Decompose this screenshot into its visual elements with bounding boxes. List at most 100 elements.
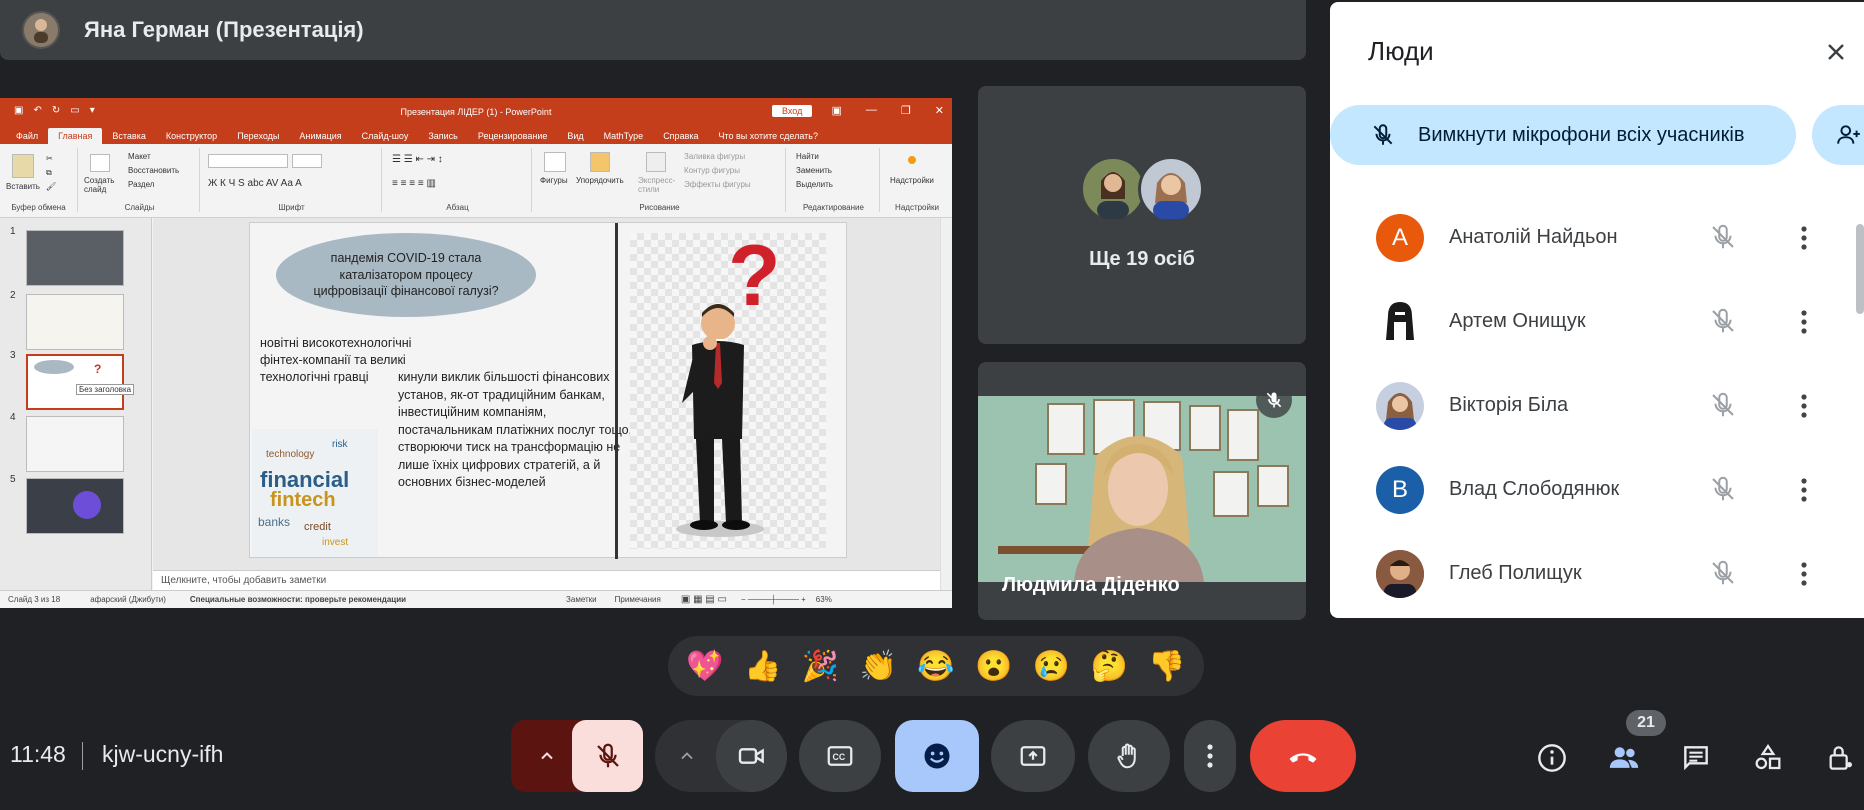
tab-review[interactable]: Рецензирование [468, 131, 558, 144]
mic-off-icon[interactable] [1708, 306, 1738, 336]
speaker-tile[interactable]: Людмила Діденко [978, 362, 1306, 620]
more-vert-icon[interactable] [1792, 560, 1816, 588]
participant-row[interactable]: Вікторія Біла [1330, 364, 1864, 448]
maximize-icon[interactable]: ❐ [901, 104, 911, 117]
accessibility-status[interactable]: Специальные возможности: проверьте реком… [190, 595, 406, 604]
slide-thumbnail-5[interactable] [26, 478, 124, 534]
quick-styles-button[interactable]: Экспресс-стили [638, 176, 678, 194]
participant-row[interactable]: Глеб Полищук [1330, 532, 1864, 616]
present-button[interactable] [991, 720, 1075, 792]
view-buttons[interactable]: ▣ ▦ ▤ ▭ [681, 594, 727, 605]
tab-design[interactable]: Конструктор [156, 131, 227, 144]
format-painter-icon[interactable]: 🖌 [46, 182, 56, 191]
sparkling-heart-reaction[interactable]: 💖 [686, 649, 723, 684]
slide-editor[interactable]: пандемія COVID-19 стала каталізатором пр… [153, 218, 940, 570]
list-icons[interactable]: ☰ ☰ ⇤ ⇥ ↕ [392, 154, 443, 165]
more-vert-icon[interactable] [1792, 224, 1816, 252]
fintech-wordcloud[interactable]: technology financial fintech banks credi… [252, 429, 378, 557]
shape-outline-button[interactable]: Контур фигуры [684, 166, 740, 175]
microphone-button[interactable] [572, 720, 643, 792]
clapping-reaction[interactable]: 👏 [860, 649, 897, 684]
more-vert-icon[interactable] [1792, 476, 1816, 504]
quick-styles-icon[interactable] [646, 152, 666, 172]
more-vert-icon[interactable] [1792, 308, 1816, 336]
arrange-button[interactable]: Упорядочить [576, 176, 624, 185]
reactions-button[interactable] [895, 720, 979, 792]
mic-off-icon[interactable] [1708, 558, 1738, 588]
close-icon[interactable]: ✕ [935, 104, 944, 117]
thinking-reaction[interactable]: 🤔 [1091, 649, 1128, 684]
shapes-icon[interactable] [544, 152, 566, 172]
paste-button[interactable]: Вставить [6, 182, 40, 191]
panel-scrollbar[interactable] [1856, 224, 1864, 314]
cut-icon[interactable]: ✂ [46, 154, 53, 163]
arrange-icon[interactable] [590, 152, 610, 172]
participant-row[interactable]: Артем Онищук [1330, 280, 1864, 364]
participant-row[interactable]: А Анатолій Найдьон [1330, 196, 1864, 280]
shapes-button[interactable]: Фигуры [540, 176, 568, 185]
slide-thumbnail-2[interactable] [26, 294, 124, 350]
tab-mathtype[interactable]: MathType [594, 131, 654, 144]
new-slide-button[interactable]: Создать слайд [84, 176, 124, 194]
slide-canvas[interactable]: пандемія COVID-19 стала каталізатором пр… [249, 222, 847, 559]
captions-button[interactable]: CC [799, 720, 881, 792]
close-panel-button[interactable] [1818, 34, 1854, 70]
font-size-select[interactable] [292, 154, 322, 168]
editor-scrollbar[interactable] [940, 218, 952, 590]
surprised-reaction[interactable]: 😮 [975, 649, 1012, 684]
more-vert-icon[interactable] [1792, 392, 1816, 420]
laughing-reaction[interactable]: 😂 [917, 649, 954, 684]
ribbon-display-icon[interactable]: ▣ [832, 104, 842, 117]
tab-file[interactable]: Файл [6, 131, 48, 144]
more-participants-tile[interactable]: Ще 19 осіб [978, 86, 1306, 344]
zoom-slider[interactable]: − ────┼──── + [741, 595, 806, 604]
people-button[interactable] [1604, 738, 1644, 778]
replace-button[interactable]: Заменить [796, 166, 832, 175]
add-people-button[interactable] [1812, 105, 1864, 165]
language-indicator[interactable]: афарский (Джибути) [90, 595, 166, 604]
mic-off-icon[interactable] [1708, 390, 1738, 420]
leave-call-button[interactable] [1250, 720, 1356, 792]
tab-home[interactable]: Главная [48, 128, 103, 144]
meeting-details-button[interactable] [1532, 738, 1572, 778]
login-button[interactable]: Вход [772, 105, 813, 117]
tab-insert[interactable]: Вставка [102, 131, 155, 144]
tab-slideshow[interactable]: Слайд-шоу [352, 131, 419, 144]
host-controls-button[interactable] [1820, 738, 1860, 778]
participant-row[interactable]: В Влад Слободянюк [1330, 448, 1864, 532]
activities-button[interactable] [1748, 738, 1788, 778]
speech-bubble[interactable]: пандемія COVID-19 стала каталізатором пр… [276, 233, 536, 317]
shape-effects-button[interactable]: Эффекты фигуры [684, 180, 751, 189]
tab-view[interactable]: Вид [557, 131, 593, 144]
tab-animation[interactable]: Анимация [289, 131, 351, 144]
addins-icon[interactable] [908, 156, 916, 164]
camera-button[interactable] [716, 720, 787, 792]
shape-fill-button[interactable]: Заливка фигуры [684, 152, 745, 161]
more-options-button[interactable] [1184, 720, 1236, 792]
notes-pane[interactable]: Щелкните, чтобы добавить заметки [153, 570, 940, 590]
new-slide-icon[interactable] [90, 154, 110, 172]
slide-thumbnail-3[interactable]: ? [26, 354, 124, 410]
tell-me-search[interactable]: Что вы хотите сделать? [709, 131, 829, 144]
thinking-man-image[interactable]: ? [630, 228, 826, 549]
tab-transitions[interactable]: Переходы [227, 131, 289, 144]
tab-record[interactable]: Запись [418, 131, 468, 144]
font-format-icons[interactable]: Ж К Ч S abc AV Aa A [208, 178, 302, 189]
crying-reaction[interactable]: 😢 [1033, 649, 1070, 684]
thumbs-down-reaction[interactable]: 👎 [1148, 649, 1185, 684]
raise-hand-button[interactable] [1088, 720, 1170, 792]
layout-button[interactable]: Макет [128, 152, 151, 161]
section-button[interactable]: Раздел [128, 180, 154, 189]
addins-button[interactable]: Надстройки [890, 176, 934, 185]
chat-button[interactable] [1676, 738, 1716, 778]
mic-off-icon[interactable] [1708, 222, 1738, 252]
select-button[interactable]: Выделить [796, 180, 833, 189]
copy-icon[interactable]: ⧉ [46, 168, 52, 178]
paste-icon[interactable] [12, 154, 34, 178]
party-popper-reaction[interactable]: 🎉 [802, 649, 839, 684]
align-icons[interactable]: ≡ ≡ ≡ ≡ ▥ [392, 178, 436, 189]
tab-help[interactable]: Справка [653, 131, 708, 144]
slide-thumbnail-4[interactable] [26, 416, 124, 472]
mute-all-button[interactable]: Вимкнути мікрофони всіх учасників [1330, 105, 1796, 165]
slide-main-text[interactable]: кинули виклик більшості фінансових устан… [398, 369, 638, 492]
